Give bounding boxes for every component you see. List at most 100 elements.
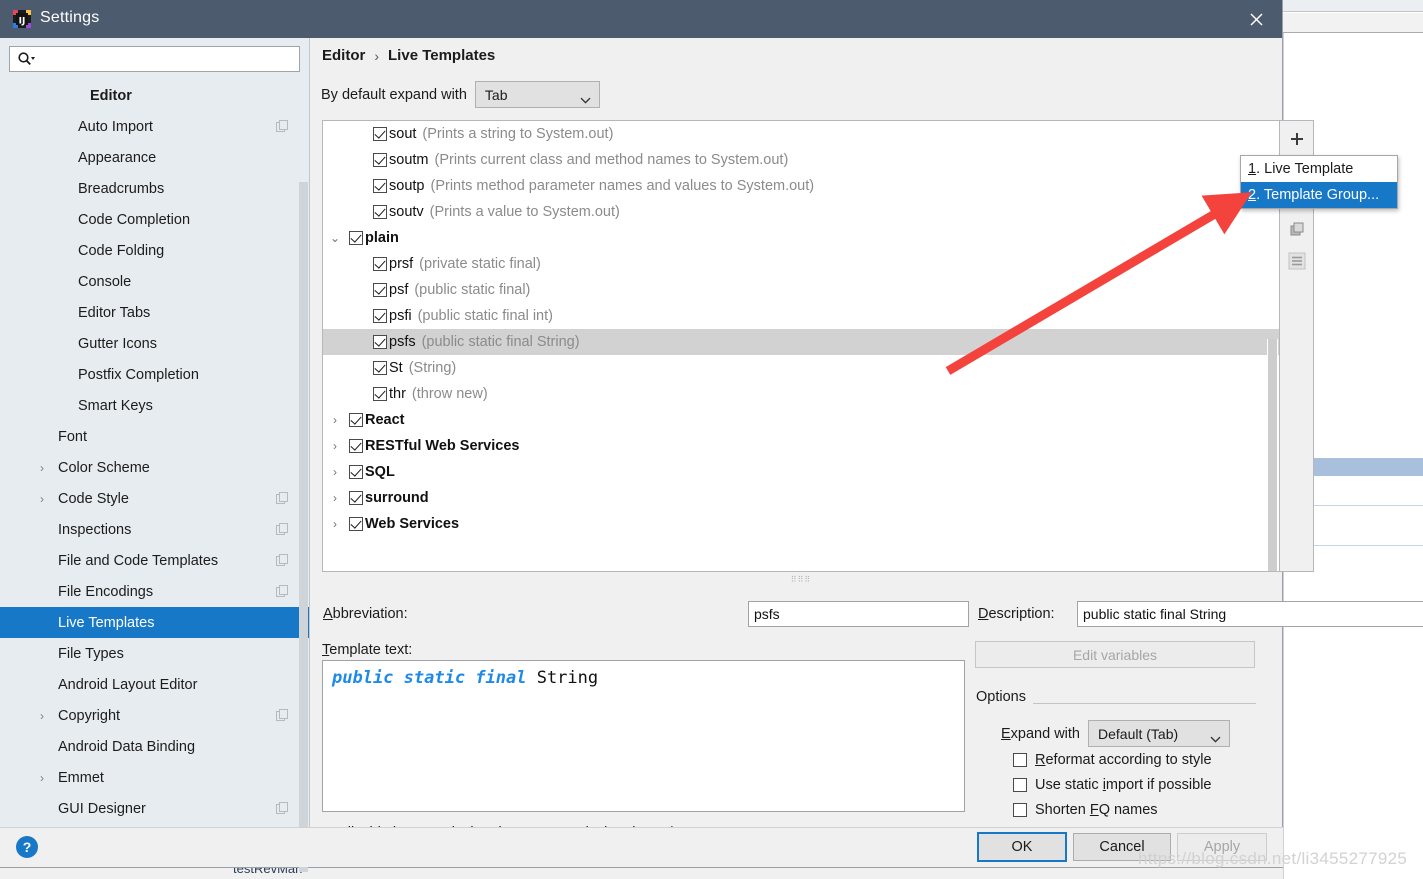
template-checkbox[interactable] [373, 335, 387, 349]
chevron-right-icon[interactable]: › [328, 465, 342, 479]
sidebar-tree[interactable]: Editor Auto Import Appearance Breadcrumbs Co… [0, 80, 309, 827]
template-row[interactable]: psfi (public static final int) [323, 303, 1279, 329]
sidebar-item-editor[interactable]: Editor [0, 80, 309, 111]
chevron-right-icon[interactable]: › [328, 439, 342, 453]
add-template-button[interactable] [1285, 127, 1309, 151]
sidebar-item-code-folding[interactable]: Code Folding [0, 235, 309, 266]
sidebar-item-file-and-code-templates[interactable]: File and Code Templates [0, 545, 309, 576]
chevron-right-icon[interactable]: › [328, 413, 342, 427]
sidebar-item-breadcrumbs[interactable]: Breadcrumbs [0, 173, 309, 204]
chevron-right-icon[interactable]: › [36, 493, 48, 505]
sidebar-item-font[interactable]: Font [0, 421, 309, 452]
sidebar-item-inspections[interactable]: Inspections [0, 514, 309, 545]
template-row[interactable]: › Web Services [323, 511, 1279, 537]
sidebar-item-live-templates[interactable]: Live Templates [0, 607, 309, 638]
sidebar-item-smart-keys[interactable]: Smart Keys [0, 390, 309, 421]
sidebar-item-console[interactable]: Console [0, 266, 309, 297]
template-checkbox[interactable] [373, 153, 387, 167]
template-row[interactable]: prsf (private static final) [323, 251, 1279, 277]
checkbox-box[interactable] [1013, 803, 1027, 817]
chevron-right-icon[interactable]: › [328, 491, 342, 505]
chevron-down-icon[interactable]: ⌄ [328, 231, 342, 245]
list-scrollbar-thumb[interactable] [1268, 339, 1277, 571]
template-checkbox[interactable] [373, 387, 387, 401]
checkbox-box[interactable] [1013, 778, 1027, 792]
sidebar-item-file-types[interactable]: File Types [0, 638, 309, 669]
add-template-popup-menu[interactable]: 1. Live Template 2. Template Group... [1240, 155, 1398, 209]
template-row[interactable]: › RESTful Web Services [323, 433, 1279, 459]
search-input[interactable] [35, 51, 299, 67]
template-checkbox[interactable] [373, 283, 387, 297]
template-row[interactable]: soutp (Prints method parameter names and … [323, 173, 1279, 199]
template-checkbox[interactable] [349, 465, 363, 479]
template-checkbox[interactable] [373, 205, 387, 219]
expand-with-combo[interactable]: Default (Tab) [1088, 720, 1230, 747]
sidebar-item-label: Console [78, 273, 132, 290]
popup-menu-item-2[interactable]: 2. Template Group... [1241, 182, 1397, 208]
default-expand-combo[interactable]: Tab [474, 81, 600, 108]
template-row[interactable]: › React [323, 407, 1279, 433]
sidebar-item-copyright[interactable]: › Copyright [0, 700, 309, 731]
description-input[interactable] [1077, 601, 1423, 627]
sidebar-item-editor-tabs[interactable]: Editor Tabs [0, 297, 309, 328]
sidebar-scrollbar[interactable] [299, 182, 308, 872]
use-static-import-checkbox[interactable]: Use static import if possible [1013, 777, 1212, 793]
template-row[interactable]: ⌄ plain [323, 225, 1279, 251]
sidebar-item-file-encodings[interactable]: File Encodings [0, 576, 309, 607]
list-scrollbar[interactable] [1267, 339, 1278, 571]
sidebar-item-emmet[interactable]: › Emmet [0, 762, 309, 793]
chevron-right-icon[interactable]: › [328, 517, 342, 531]
template-row[interactable]: thr (throw new) [323, 381, 1279, 407]
live-templates-list[interactable]: sout (Prints a string to System.out) soutm… [322, 120, 1280, 572]
chevron-right-icon[interactable]: › [36, 710, 48, 722]
checkbox-box[interactable] [1013, 753, 1027, 767]
template-checkbox[interactable] [373, 179, 387, 193]
template-checkbox[interactable] [349, 517, 363, 531]
template-row[interactable]: › SQL [323, 459, 1279, 485]
sidebar-item-auto-import[interactable]: Auto Import [0, 111, 309, 142]
sidebar-item-code-style[interactable]: › Code Style [0, 483, 309, 514]
template-row[interactable]: soutv (Prints a value to System.out) [323, 199, 1279, 225]
shorten-fq-names-checkbox[interactable]: Shorten FQ names [1013, 802, 1158, 818]
template-checkbox[interactable] [349, 231, 363, 245]
template-row[interactable]: psfs (public static final String) [323, 329, 1279, 355]
default-expand-value: Tab [484, 86, 508, 103]
template-list-button[interactable] [1285, 249, 1309, 273]
template-checkbox[interactable] [349, 413, 363, 427]
template-row[interactable]: soutm (Prints current class and method na… [323, 147, 1279, 173]
splitter-handle[interactable]: ⠿⠿⠿ [322, 573, 1280, 585]
sidebar-item-gui-designer[interactable]: GUI Designer [0, 793, 309, 824]
template-text-editor[interactable]: public static final String [322, 660, 965, 812]
template-row[interactable]: psf (public static final) [323, 277, 1279, 303]
sidebar-item-postfix-completion[interactable]: Postfix Completion [0, 359, 309, 390]
template-row[interactable]: St (String) [323, 355, 1279, 381]
template-checkbox[interactable] [373, 257, 387, 271]
sidebar-item-appearance[interactable]: Appearance [0, 142, 309, 173]
chevron-right-icon[interactable]: › [36, 772, 48, 784]
breadcrumb-parent[interactable]: Editor [322, 47, 365, 64]
sidebar-item-gutter-icons[interactable]: Gutter Icons [0, 328, 309, 359]
chevron-right-icon[interactable]: › [36, 462, 48, 474]
sidebar-scrollbar-thumb[interactable] [299, 182, 308, 872]
template-row[interactable]: › surround [323, 485, 1279, 511]
template-checkbox[interactable] [349, 439, 363, 453]
sidebar-item-code-completion[interactable]: Code Completion [0, 204, 309, 235]
help-button[interactable]: ? [16, 836, 38, 858]
template-checkbox[interactable] [373, 309, 387, 323]
sidebar-item-color-scheme[interactable]: › Color Scheme [0, 452, 309, 483]
template-checkbox[interactable] [349, 491, 363, 505]
cancel-button[interactable]: Cancel [1073, 833, 1171, 861]
template-checkbox[interactable] [373, 127, 387, 141]
ok-button[interactable]: OK [977, 832, 1067, 862]
sidebar-item-android-layout-editor[interactable]: Android Layout Editor [0, 669, 309, 700]
popup-menu-item-1[interactable]: 1. Live Template [1241, 156, 1397, 182]
sidebar-item-android-data-binding[interactable]: Android Data Binding [0, 731, 309, 762]
reformat-according-to-style-checkbox[interactable]: Reformat according to style [1013, 752, 1212, 768]
template-row[interactable]: sout (Prints a string to System.out) [323, 121, 1279, 147]
search-box[interactable] [9, 46, 300, 72]
abbreviation-input[interactable] [748, 601, 969, 627]
close-icon[interactable] [1230, 0, 1282, 38]
project-settings-icon [276, 709, 289, 722]
template-checkbox[interactable] [373, 361, 387, 375]
duplicate-template-button[interactable] [1285, 217, 1309, 241]
